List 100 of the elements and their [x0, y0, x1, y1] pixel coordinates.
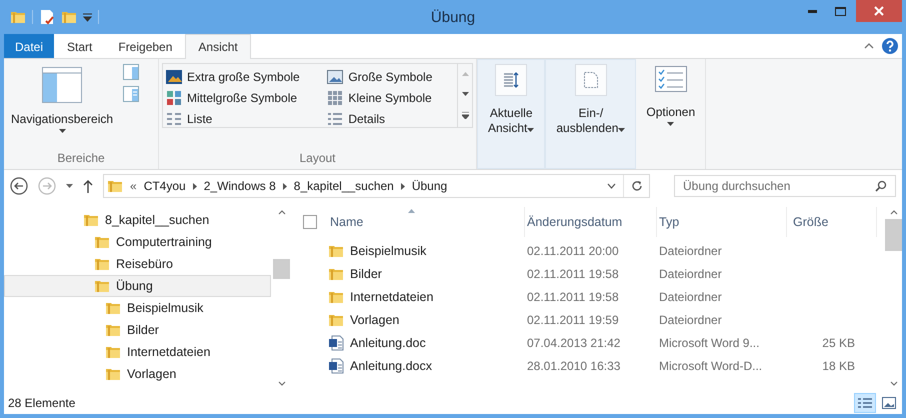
expand-gallery-icon[interactable]	[462, 112, 468, 119]
table-cell-text: Dateiordner	[658, 266, 723, 280]
tree-item[interactable]: 8_kapitel__suchen	[4, 209, 271, 231]
tree-item[interactable]: Vorlagen	[4, 363, 271, 385]
tiles-icon	[166, 90, 182, 106]
maximize-icon	[835, 6, 846, 16]
sort-icon	[503, 72, 520, 88]
new-folder-icon	[61, 9, 77, 25]
file-name[interactable]: Anleitung.doc	[350, 336, 426, 350]
tree-item[interactable]: Beispielmusik	[4, 297, 271, 319]
recent-locations-icon[interactable]	[66, 184, 73, 188]
picture-icon	[166, 70, 182, 84]
breadcrumb[interactable]: 2_Windows 8	[204, 179, 276, 193]
table-cell-text: 02.11.2011 19:58	[526, 290, 620, 304]
tree-item[interactable]: Bilder	[4, 319, 271, 341]
refresh-icon[interactable]	[631, 180, 643, 192]
caret-icon	[667, 122, 674, 126]
breadcrumb[interactable]: Übung	[412, 179, 448, 193]
column-header[interactable]: Größe	[787, 207, 877, 237]
caret-icon	[527, 128, 534, 132]
search-icon	[875, 180, 887, 192]
folder-icon	[105, 322, 121, 338]
list-icon	[166, 110, 182, 126]
minimize-icon	[808, 10, 817, 12]
back-icon[interactable]	[10, 177, 28, 195]
navigation-pane-button[interactable]: Navigationsbereich	[7, 62, 118, 147]
file-name[interactable]: Internetdateien	[350, 290, 434, 304]
details-icon	[858, 397, 872, 409]
tree-item[interactable]: Computertraining	[4, 231, 271, 253]
scroll-down-icon[interactable]	[278, 381, 286, 386]
group-label: Layout	[298, 150, 337, 167]
file-name[interactable]: Bilder	[350, 266, 382, 280]
folder-icon	[10, 9, 26, 25]
details-icon	[327, 110, 344, 126]
select-all-checkbox[interactable]	[303, 215, 317, 229]
layout-option[interactable]: Details	[324, 108, 457, 129]
breadcrumb-overflow[interactable]: «	[130, 179, 137, 193]
scroll-up-icon[interactable]	[890, 210, 898, 215]
table-cell-text: Dateiordner	[658, 244, 723, 258]
column-header[interactable]: Name	[328, 207, 525, 237]
table-cell-text: 02.11.2011 20:00	[526, 244, 620, 258]
folder-icon	[94, 234, 110, 250]
file-name[interactable]: Anleitung.docx	[350, 358, 432, 372]
help-icon[interactable]	[882, 38, 898, 54]
scrollbar-thumb[interactable]	[885, 219, 902, 251]
chevron-icon[interactable]	[282, 182, 287, 190]
properties-icon[interactable]	[39, 9, 55, 25]
folder-icon	[107, 178, 123, 194]
table-cell-text: 02.11.2011 19:59	[526, 312, 620, 326]
folder-icon	[94, 256, 110, 272]
column-header[interactable]: Typ	[657, 207, 787, 237]
scrollbar-thumb[interactable]	[273, 259, 290, 279]
search-box[interactable]: Übung durchsuchen	[674, 175, 896, 197]
collapse-ribbon-icon[interactable]	[864, 43, 874, 49]
word-document-icon	[328, 358, 344, 374]
details-view-button[interactable]	[854, 393, 876, 413]
layout-option[interactable]: Große Symbole	[324, 66, 457, 87]
address-bar[interactable]: « CT4you 2_Windows 8 8_kapitel__suchen Übung	[103, 174, 650, 198]
document-icon	[582, 71, 599, 89]
table-cell-text: Microsoft Word-D...	[658, 358, 764, 372]
chevron-icon[interactable]	[192, 182, 197, 190]
chevron-icon[interactable]	[400, 182, 405, 190]
layout-option[interactable]: Extra große Symbole	[163, 66, 324, 87]
close-button[interactable]	[856, 0, 902, 22]
scroll-down-icon[interactable]	[462, 92, 468, 96]
table-cell-text: Microsoft Word 9...	[658, 336, 760, 350]
item-count: 28 Elemente	[8, 396, 76, 410]
table-cell-text: 07.04.2013 21:42	[526, 336, 622, 350]
layout-option[interactable]: Kleine Symbole	[324, 87, 457, 108]
breadcrumb[interactable]: CT4you	[144, 179, 186, 193]
table-cell-text: Dateiordner	[658, 312, 723, 326]
column-header[interactable]: Änderungsdatum	[525, 207, 657, 237]
breadcrumb[interactable]: 8_kapitel__suchen	[294, 179, 394, 193]
folder-icon	[94, 278, 110, 294]
group-label: Bereiche	[56, 150, 106, 167]
caret-icon	[58, 129, 66, 133]
scroll-down-icon[interactable]	[890, 381, 898, 386]
tree-item[interactable]: Reisebüro	[4, 253, 271, 275]
up-arrow-icon[interactable]	[83, 180, 93, 192]
folder-icon	[105, 366, 121, 382]
table-cell-text: 02.11.2011 19:58	[526, 266, 620, 280]
ribbon-tab[interactable]: Ansicht	[185, 34, 251, 59]
file-name[interactable]: Vorlagen	[350, 312, 400, 326]
tree-item[interactable]: Internetdateien	[4, 341, 271, 363]
layout-option[interactable]: Mittelgroße Symbole	[163, 87, 324, 108]
layout-option[interactable]: Liste	[163, 108, 324, 129]
grid-icon	[327, 90, 344, 106]
picture-icon	[882, 397, 896, 409]
file-name[interactable]: Beispielmusik	[350, 244, 426, 258]
ribbon-button[interactable]: Optionen	[639, 62, 702, 127]
customize-icon[interactable]	[83, 12, 92, 22]
tree-item[interactable]: Übung	[4, 275, 271, 297]
folder-icon	[83, 212, 99, 228]
dropdown-icon[interactable]	[607, 183, 616, 189]
caret-icon	[618, 128, 626, 132]
sort-arrow-icon	[408, 209, 415, 213]
ribbon-tab[interactable]: Datei	[4, 34, 54, 58]
scroll-up-icon[interactable]	[278, 210, 286, 215]
table-cell-text: 25 KB	[821, 336, 856, 350]
table-cell-text: 28.01.2010 16:33	[526, 358, 622, 372]
